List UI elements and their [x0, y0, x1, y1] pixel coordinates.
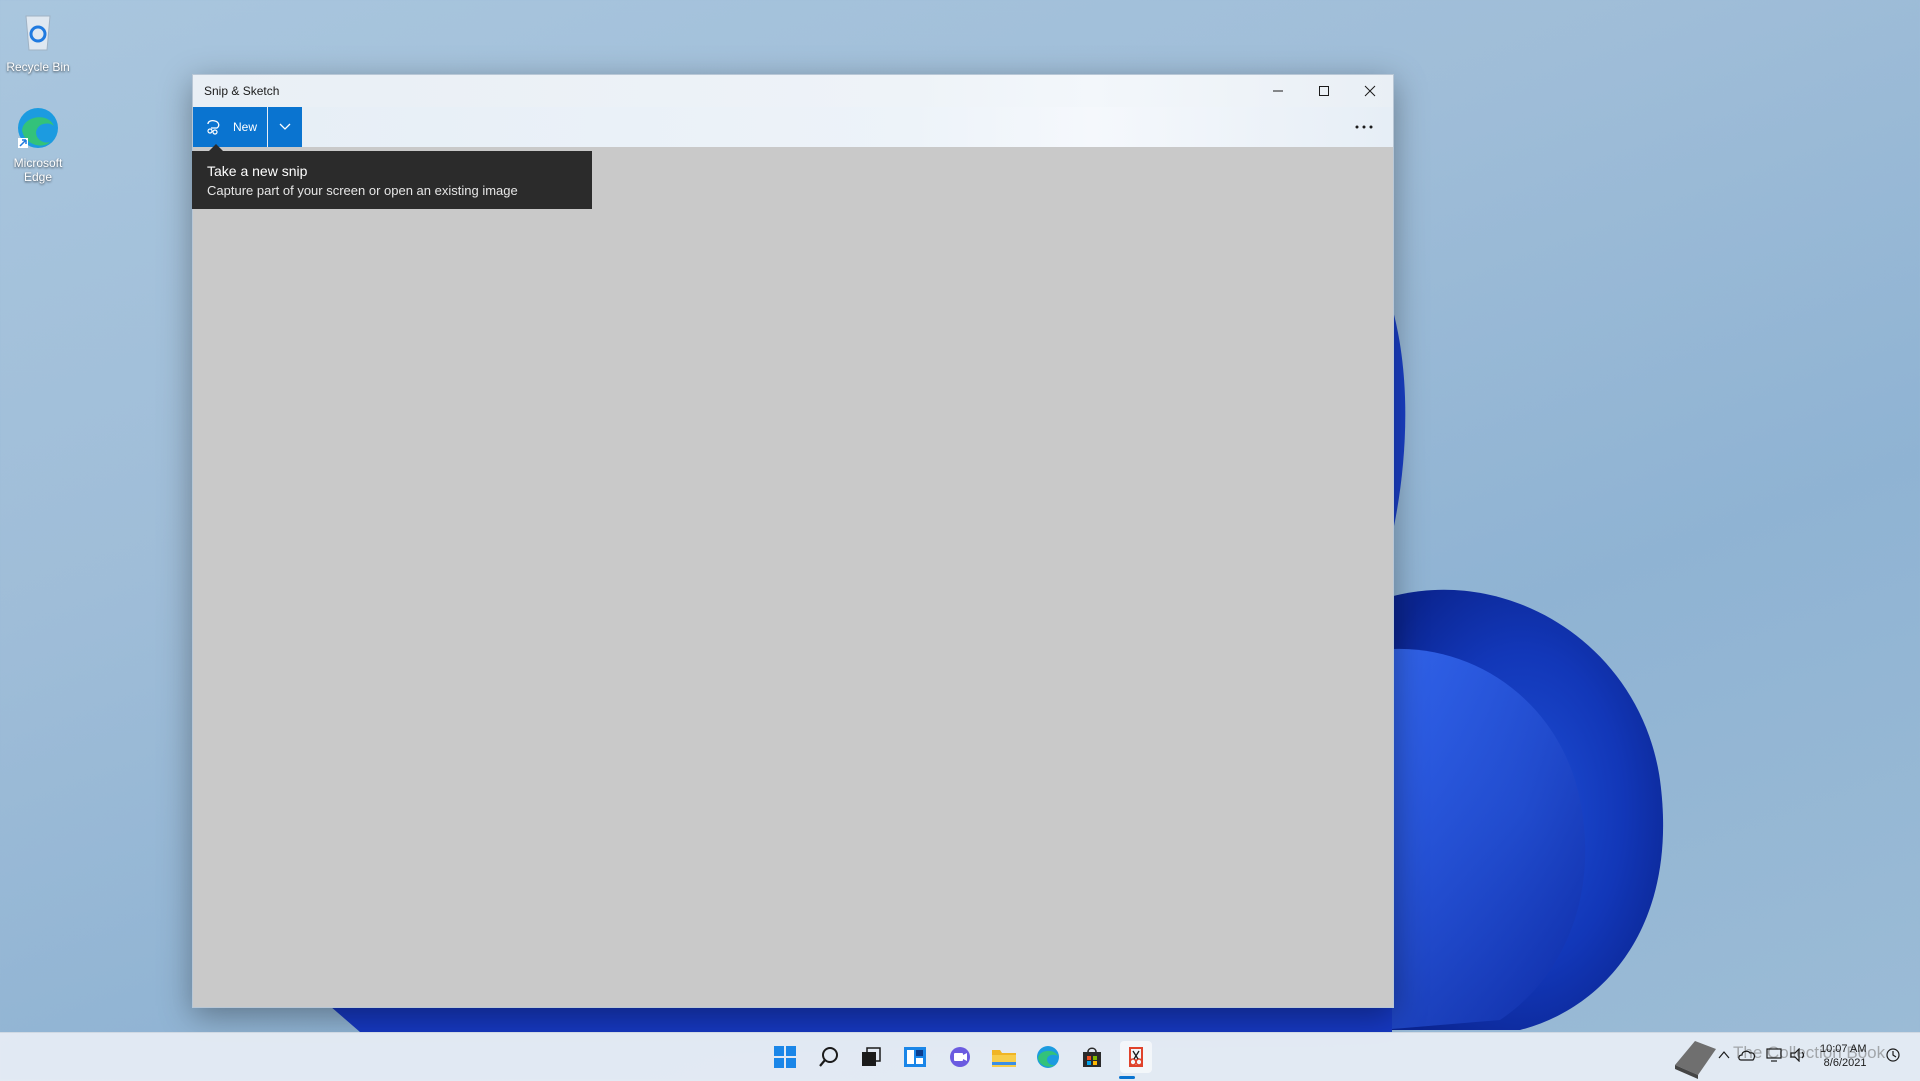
maximize-button[interactable] [1301, 75, 1347, 107]
desktop-icon-label: Recycle Bin [6, 60, 70, 74]
edge-icon[interactable] [1032, 1041, 1064, 1073]
tooltip: Take a new snip Capture part of your scr… [192, 144, 592, 209]
desktop-icon-label: Microsoft Edge [13, 156, 63, 184]
clock[interactable]: 10:07 AM 8/6/2021 [1820, 1042, 1866, 1070]
minimize-icon [1273, 90, 1283, 92]
widgets-icon[interactable] [899, 1041, 931, 1073]
desktop-icon-edge[interactable]: Microsoft Edge [0, 104, 76, 184]
search-icon[interactable] [813, 1041, 845, 1073]
new-snip-dropdown-button[interactable] [268, 107, 302, 147]
desktop-icon-recycle-bin[interactable]: Recycle Bin [0, 8, 76, 74]
minimize-button[interactable] [1255, 75, 1301, 107]
new-button-label: New [233, 120, 258, 134]
book-icon [1670, 1035, 1720, 1079]
tooltip-title: Take a new snip [207, 163, 308, 179]
start-icon[interactable] [769, 1041, 801, 1073]
canvas-area [193, 147, 1393, 1007]
task-view-icon[interactable] [855, 1041, 887, 1073]
file-explorer-icon[interactable] [988, 1041, 1020, 1073]
close-button[interactable] [1347, 75, 1393, 107]
tooltip-arrow [209, 144, 223, 151]
clock-date: 8/6/2021 [1823, 1057, 1867, 1069]
cloud-icon[interactable] [1738, 1047, 1756, 1063]
network-icon[interactable] [1766, 1047, 1784, 1063]
maximize-icon [1319, 86, 1329, 96]
taskbar: The Collection Book 10:07 AM 8/6/2021 [0, 1032, 1920, 1081]
chevron-down-icon [279, 123, 291, 130]
notification-icon[interactable] [1884, 1047, 1902, 1063]
active-app-indicator [1119, 1076, 1135, 1079]
snip-sketch-icon[interactable] [1120, 1041, 1152, 1073]
recycle-bin-icon [14, 8, 62, 56]
snip-icon [205, 118, 223, 139]
toolbar: New [193, 107, 1393, 147]
tooltip-description: Capture part of your screen or open an e… [207, 183, 518, 198]
edge-icon [14, 104, 62, 152]
clock-time: 10:07 AM [1820, 1043, 1867, 1055]
new-snip-button[interactable]: New [193, 107, 267, 147]
chat-icon[interactable] [944, 1041, 976, 1073]
title-bar[interactable]: Snip & Sketch [193, 75, 1393, 107]
store-icon[interactable] [1076, 1041, 1108, 1073]
volume-icon[interactable] [1790, 1047, 1808, 1063]
window-title: Snip & Sketch [204, 84, 280, 98]
close-icon [1364, 85, 1376, 97]
more-options-button[interactable] [1347, 107, 1381, 147]
more-icon [1355, 125, 1373, 129]
chevron-up-icon[interactable] [1716, 1047, 1732, 1063]
snip-sketch-window: Snip & Sketch New [192, 74, 1394, 1008]
